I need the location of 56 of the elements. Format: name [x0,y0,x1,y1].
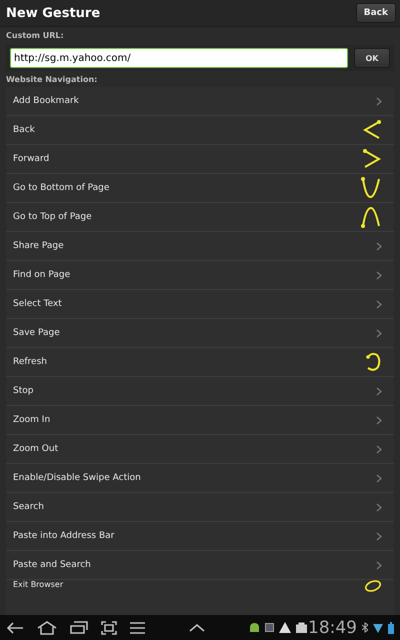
gesture-list-item[interactable]: Back [6,116,394,145]
ok-button[interactable]: OK [354,48,390,68]
gesture-list-item[interactable]: Go to Bottom of Page [6,174,394,203]
gesture-list-item[interactable]: Zoom Out [6,435,394,464]
gesture-list-item[interactable]: Paste and Search [6,551,394,580]
gesture-down-icon [360,176,382,200]
clock: 18:49 [308,618,357,638]
gesture-list-item[interactable]: Add Bookmark [6,87,394,116]
chevron-icon [376,386,382,396]
gesture-list-item[interactable]: Save Page [6,319,394,348]
chevron-icon [376,474,382,482]
wifi-icon [373,622,383,632]
bluetooth-icon [362,622,368,633]
chevron-icon [376,444,382,454]
chevron-icon [376,300,382,308]
menu-icon[interactable] [130,622,145,634]
custom-url-label: Custom URL: [6,31,64,41]
gesture-list-item[interactable]: Go to Top of Page [6,203,394,232]
chevron-icon [376,328,382,338]
section-label: Website Navigation: [6,75,98,85]
gesture-right-icon [362,148,382,170]
gesture-list-item[interactable]: Refresh [6,348,394,377]
battery-icon [388,622,394,634]
chevron-icon [376,242,382,250]
warning-icon [279,622,291,633]
url-field[interactable]: http://sg.m.yahoo.com/ [10,48,348,68]
gesture-circle-icon [364,351,382,373]
gesture-list-item[interactable]: Search [6,493,394,522]
gesture-list-item[interactable]: Select Text [6,290,394,319]
gesture-list-item[interactable]: Share Page [6,232,394,261]
gesture-oval-icon [364,580,382,592]
gesture-list-item[interactable]: Zoom In [6,406,394,435]
chevron-icon [376,560,382,570]
screenshot-icon[interactable] [101,620,117,634]
gesture-list-item[interactable]: Exit Browser [6,580,394,597]
gesture-up-icon [360,205,382,229]
back-button[interactable]: Back [356,3,396,23]
chevron-icon [376,532,382,540]
chevron-icon [376,270,382,280]
gesture-list-item[interactable]: Enable/Disable Swipe Action [6,464,394,493]
android-icon [249,622,260,633]
caret-up-icon[interactable] [189,624,205,632]
chevron-icon [376,96,382,106]
gesture-list-item[interactable]: Paste into Address Bar [6,522,394,551]
gesture-list-item[interactable]: Forward [6,145,394,174]
gesture-list-item[interactable]: Stop [6,377,394,406]
gesture-left-icon [362,119,382,141]
back-icon[interactable] [6,622,24,634]
chevron-icon [376,416,382,424]
gesture-list-item[interactable]: Find on Page [6,261,394,290]
chevron-icon [376,502,382,512]
recent-apps-icon[interactable] [70,621,88,634]
image-icon [265,623,274,632]
home-icon[interactable] [37,620,57,634]
window-title: New Gesture [6,6,100,20]
bag-icon [296,622,307,633]
